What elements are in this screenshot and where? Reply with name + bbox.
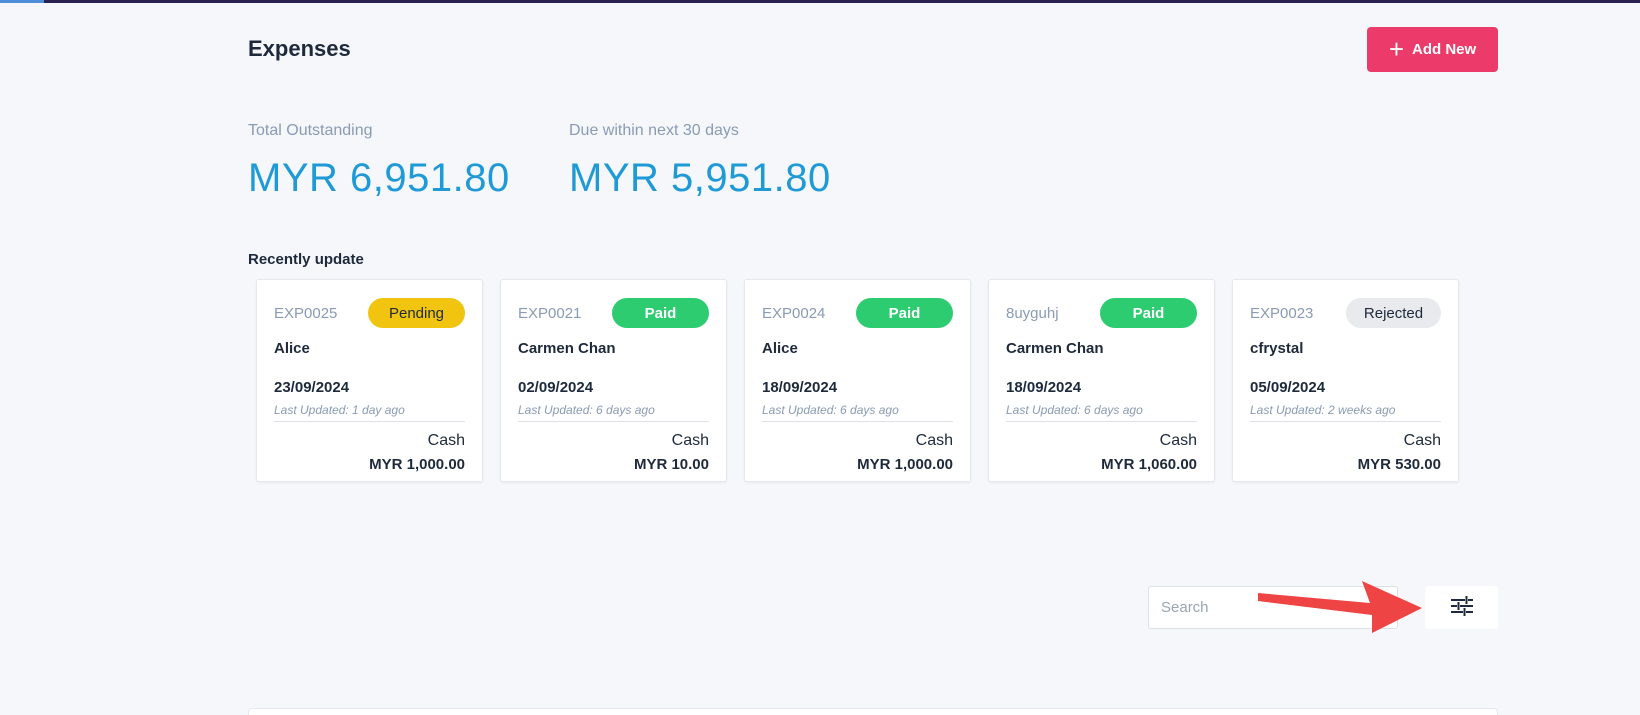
last-updated: Last Updated: 6 days ago	[518, 403, 709, 422]
payment-method: Cash	[671, 432, 709, 449]
claimant-name: Carmen Chan	[518, 340, 616, 357]
expense-id: EXP0021	[518, 304, 582, 322]
expense-amount: MYR 10.00	[633, 456, 709, 473]
total-outstanding-label: Total Outstanding	[248, 122, 373, 139]
claimant-name: Carmen Chan	[1006, 340, 1104, 357]
claimant-name: cfrystal	[1250, 340, 1304, 357]
filter-button[interactable]	[1425, 586, 1498, 629]
expense-card[interactable]: EXP0024 Paid Alice 18/09/2024 Last Updat…	[744, 279, 971, 482]
last-updated: Last Updated: 6 days ago	[762, 403, 953, 422]
add-new-label: Add New	[1412, 41, 1477, 58]
expense-date: 02/09/2024	[518, 379, 594, 396]
expense-id: EXP0025	[274, 304, 338, 322]
payment-method: Cash	[427, 432, 465, 449]
expense-card[interactable]: 8uyguhj Paid Carmen Chan 18/09/2024 Last…	[988, 279, 1215, 482]
page-title: Expenses	[248, 36, 351, 61]
recent-cards: EXP0025 Pending Alice 23/09/2024 Last Up…	[256, 279, 1459, 482]
expense-card[interactable]: EXP0021 Paid Carmen Chan 02/09/2024 Last…	[500, 279, 727, 482]
total-outstanding-stat: Total Outstanding MYR 6,951.80	[248, 122, 510, 201]
expense-id: EXP0024	[762, 304, 826, 322]
sliders-icon	[1450, 596, 1473, 619]
expense-date: 18/09/2024	[1006, 379, 1082, 396]
expense-amount: MYR 1,060.00	[1101, 456, 1197, 473]
payment-method: Cash	[1403, 432, 1441, 449]
due-30-days-stat: Due within next 30 days MYR 5,951.80	[569, 122, 831, 201]
payment-method: Cash	[915, 432, 953, 449]
last-updated: Last Updated: 2 weeks ago	[1250, 403, 1441, 422]
expense-date: 23/09/2024	[274, 379, 350, 396]
expense-card[interactable]: EXP0023 Rejected cfrystal 05/09/2024 Las…	[1232, 279, 1459, 482]
claimant-name: Alice	[274, 340, 310, 357]
expense-card[interactable]: EXP0025 Pending Alice 23/09/2024 Last Up…	[256, 279, 483, 482]
expense-date: 05/09/2024	[1250, 379, 1326, 396]
red-arrow-icon	[1258, 581, 1422, 633]
expense-amount: MYR 1,000.00	[857, 456, 953, 473]
last-updated: Last Updated: 1 day ago	[274, 403, 465, 422]
recently-update-title: Recently update	[248, 251, 364, 268]
expense-id: 8uyguhj	[1006, 304, 1059, 322]
status-badge: Rejected	[1346, 298, 1441, 328]
status-badge: Paid	[856, 298, 953, 328]
expense-id: EXP0023	[1250, 304, 1314, 322]
status-badge: Paid	[1100, 298, 1197, 328]
total-outstanding-value: MYR 6,951.80	[248, 156, 510, 200]
due-30-days-value: MYR 5,951.80	[569, 156, 831, 200]
expenses-table	[248, 708, 1498, 715]
add-new-button[interactable]: + Add New	[1367, 27, 1498, 72]
last-updated: Last Updated: 6 days ago	[1006, 403, 1197, 422]
due-30-days-label: Due within next 30 days	[569, 122, 739, 139]
expense-date: 18/09/2024	[762, 379, 838, 396]
status-badge: Pending	[368, 298, 465, 328]
plus-icon: +	[1388, 33, 1404, 64]
expense-amount: MYR 1,000.00	[369, 456, 465, 473]
payment-method: Cash	[1159, 432, 1197, 449]
status-badge: Paid	[612, 298, 709, 328]
top-bar-accent	[0, 0, 44, 3]
claimant-name: Alice	[762, 340, 798, 357]
expense-amount: MYR 530.00	[1357, 456, 1441, 473]
